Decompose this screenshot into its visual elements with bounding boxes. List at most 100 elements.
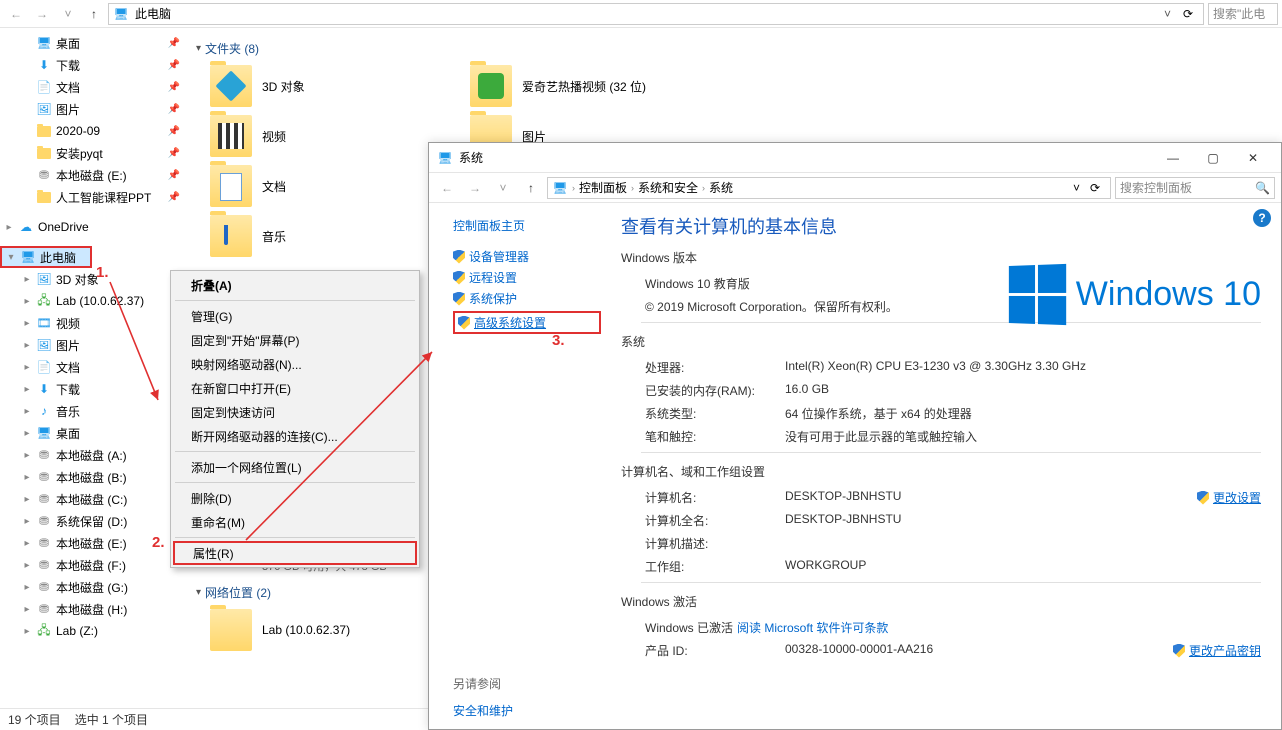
change-settings-link[interactable]: 更改设置 (1197, 489, 1261, 506)
sysnav-link[interactable]: 设备管理器 (453, 248, 601, 265)
tree-label: 文档 (56, 359, 80, 376)
section-windows-version: Windows 版本 (621, 249, 1261, 266)
cp-search[interactable]: 搜索控制面板 🔍 (1115, 177, 1275, 199)
tree-item[interactable]: ▾🖥此电脑 (0, 246, 92, 268)
address-box[interactable]: 🖥 此电脑 ˅ ⟳ (108, 3, 1204, 25)
nav-recent-icon[interactable]: ˅ (56, 2, 80, 26)
chevron-icon: ▸ (22, 494, 32, 505)
group-folders[interactable]: ▾ 文件夹 (8) (196, 40, 1270, 57)
cp-home-link[interactable]: 控制面板主页 (453, 217, 601, 234)
nav-fwd-icon[interactable]: → (463, 176, 487, 200)
maximize-button[interactable]: ▢ (1193, 143, 1233, 173)
crumb-0[interactable]: 控制面板 (579, 179, 627, 196)
address-dropdown-icon[interactable]: ˅ (1164, 7, 1171, 21)
tree-item[interactable]: 🖼图片📌 (0, 98, 188, 120)
folder-item[interactable]: 爱奇艺热播视频 (32 位) (460, 61, 720, 111)
tree-item[interactable]: ⬇下载📌 (0, 54, 188, 76)
chevron-icon: ▸ (22, 626, 32, 637)
nav-back-icon[interactable]: ← (4, 2, 28, 26)
change-product-key-link[interactable]: 更改产品密钥 (1173, 642, 1261, 659)
tree-item[interactable]: ▸⛃本地磁盘 (B:) (0, 466, 188, 488)
menu-item[interactable]: 管理(G) (173, 304, 417, 328)
tree-item[interactable]: ▸🖼3D 对象 (0, 268, 188, 290)
tree-item[interactable]: ▸⛃本地磁盘 (G:) (0, 576, 188, 598)
menu-item[interactable]: 属性(R) (173, 541, 417, 565)
refresh-icon[interactable]: ⟳ (1084, 181, 1106, 195)
tree-label: 人工智能课程PPT (56, 189, 151, 206)
breadcrumb[interactable]: 🖥 › 控制面板 › 系统和安全 › 系统 ˅ ⟳ (547, 177, 1111, 199)
product-id-label: 产品 ID: (645, 642, 785, 659)
tree-item[interactable]: ▸☁OneDrive (0, 216, 188, 238)
chevron-right-icon: › (572, 183, 575, 193)
menu-item[interactable]: 固定到"开始"屏幕(P) (173, 328, 417, 352)
tree-item[interactable]: 2020-09📌 (0, 120, 188, 142)
pc-icon: 🖥 (552, 180, 568, 196)
nav-up-icon[interactable]: ↑ (82, 2, 106, 26)
menu-item[interactable]: 在新窗口中打开(E) (173, 376, 417, 400)
tree-item[interactable]: 📄文档📌 (0, 76, 188, 98)
tree-item[interactable]: ⛃本地磁盘 (E:)📌 (0, 164, 188, 186)
menu-separator (175, 451, 415, 452)
name-row: 计算机描述: (621, 532, 1261, 555)
tree-item[interactable]: ▸⛃系统保留 (D:) (0, 510, 188, 532)
license-terms-link[interactable]: 阅读 Microsoft 软件许可条款 (737, 619, 888, 636)
minimize-button[interactable]: — (1153, 143, 1193, 173)
tree-item[interactable]: ▸🖧Lab (Z:) (0, 620, 188, 642)
cp-search-placeholder: 搜索控制面板 (1120, 179, 1192, 196)
tree-item[interactable]: ▸⛃本地磁盘 (A:) (0, 444, 188, 466)
sysnav-link[interactable]: 高级系统设置 (453, 311, 601, 334)
tree-item[interactable]: ▸🖥桌面 (0, 422, 188, 444)
crumb-1[interactable]: 系统和安全 (638, 179, 698, 196)
folder-item[interactable]: 音乐 (200, 211, 460, 261)
tree-item[interactable]: ▸🖧Lab (10.0.62.37) (0, 290, 188, 312)
refresh-icon[interactable]: ⟳ (1177, 7, 1199, 21)
chevron-right-icon: › (631, 183, 634, 193)
sysnav-link[interactable]: 系统保护 (453, 290, 601, 307)
nav-back-icon[interactable]: ← (435, 176, 459, 200)
help-icon[interactable]: ? (1253, 209, 1271, 227)
tree-item[interactable]: ▸⛃本地磁盘 (H:) (0, 598, 188, 620)
nav-up-icon[interactable]: ↑ (519, 176, 543, 200)
menu-item[interactable]: 删除(D) (173, 486, 417, 510)
tree-label: 下载 (56, 381, 80, 398)
name-row: 工作组:WORKGROUP (621, 555, 1261, 578)
folder-item[interactable]: 文档 (200, 161, 460, 211)
tree-item[interactable]: ▸⛃本地磁盘 (C:) (0, 488, 188, 510)
tree-item[interactable]: ▸🖼图片 (0, 334, 188, 356)
activation-status: Windows 已激活 (645, 619, 733, 636)
name-row: 计算机全名:DESKTOP-JBNHSTU (621, 509, 1261, 532)
tree-item[interactable]: ▸♪音乐 (0, 400, 188, 422)
explorer-search[interactable]: 搜索"此电 (1208, 3, 1278, 25)
vid-icon: 🎞 (36, 315, 52, 331)
nav-fwd-icon[interactable]: → (30, 2, 54, 26)
folder-item[interactable]: 视频 (200, 111, 460, 161)
nav-recent-icon[interactable]: ˅ (491, 176, 515, 200)
tree-item[interactable]: 安装pyqt📌 (0, 142, 188, 164)
see-also-link[interactable]: 安全和维护 (453, 702, 601, 719)
tree-item[interactable]: 🖥桌面📌 (0, 32, 188, 54)
menu-item[interactable]: 重命名(M) (173, 510, 417, 534)
tree-item[interactable]: ▸🎞视频 (0, 312, 188, 334)
system-main: ? 查看有关计算机的基本信息 Windows 版本 Windows 10 教育版… (611, 203, 1281, 729)
tree-item[interactable]: ▸📄文档 (0, 356, 188, 378)
tree-item[interactable]: 人工智能课程PPT📌 (0, 186, 188, 208)
group-folders-label: 文件夹 (8) (205, 40, 259, 57)
tree-item[interactable]: ▸⛃本地磁盘 (F:) (0, 554, 188, 576)
system-titlebar[interactable]: 🖥 系统 — ▢ ✕ (429, 143, 1281, 173)
folder-item[interactable]: 3D 对象 (200, 61, 460, 111)
row-key: 笔和触控: (645, 428, 785, 445)
menu-separator (175, 537, 415, 538)
sysnav-link[interactable]: 远程设置 (453, 269, 601, 286)
address-dropdown-icon[interactable]: ˅ (1073, 181, 1080, 195)
menu-item[interactable]: 折叠(A) (173, 273, 417, 297)
close-button[interactable]: ✕ (1233, 143, 1273, 173)
crumb-2[interactable]: 系统 (709, 179, 733, 196)
menu-item[interactable]: 映射网络驱动器(N)... (173, 352, 417, 376)
menu-item[interactable]: 添加一个网络位置(L) (173, 455, 417, 479)
menu-item[interactable]: 断开网络驱动器的连接(C)... (173, 424, 417, 448)
nav-tree[interactable]: 🖥桌面📌⬇下载📌📄文档📌🖼图片📌2020-09📌安装pyqt📌⛃本地磁盘 (E:… (0, 28, 188, 708)
disk-icon: ⛃ (36, 557, 52, 573)
tree-item[interactable]: ▸⬇下载 (0, 378, 188, 400)
pc-icon: 🖥 (20, 249, 36, 265)
menu-item[interactable]: 固定到快速访问 (173, 400, 417, 424)
